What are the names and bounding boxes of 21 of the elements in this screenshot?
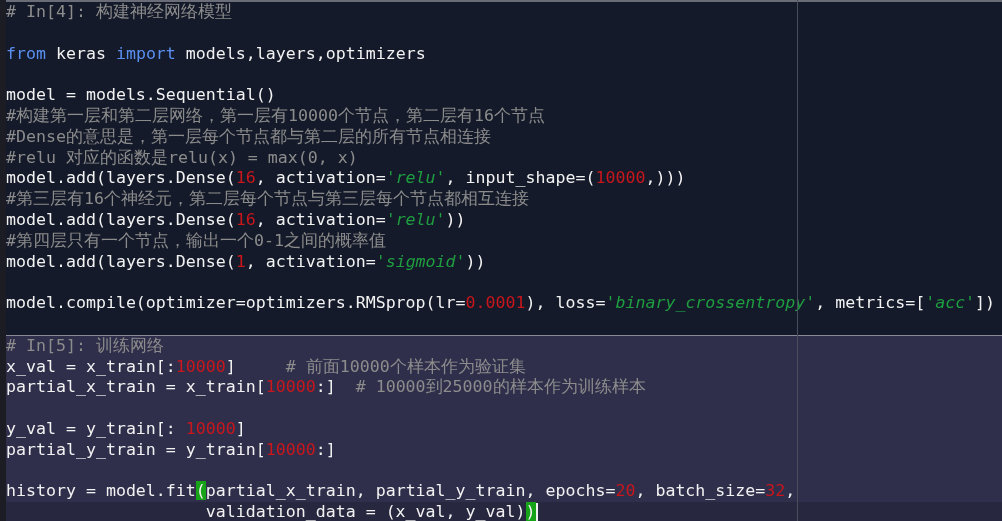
- code-comment: # In[4]: 构建神经网络模型: [6, 2, 232, 23]
- code-line: model.compile(optimizer=optimizers.RMSprop(lr=0.0001), loss='binary_crossentropy', metrics=['acc']): [6, 293, 996, 314]
- code-line: from keras import models,layers,optimizers: [6, 43, 426, 65]
- code-comment: #Dense的意思是，第一层每个节点都与第二层的所有节点相连接: [6, 126, 491, 148]
- code-line: model.add(layers.Dense(16, activation='relu', input_shape=(10000,))): [6, 168, 686, 190]
- code-line: x_val = x_train[:10000] # 前面10000个样本作为验证集: [6, 356, 526, 378]
- code-cell[interactable]: [6, 334, 1002, 521]
- code-line: partial_y_train = y_train[10000:]: [6, 439, 336, 461]
- text-cursor: [535, 503, 538, 521]
- code-comment: #构建第一层和第二层网络，第一层有10000个节点，第二层有16个节点: [6, 106, 545, 127]
- code-comment: #第四层只有一个节点，输出一个0-1之间的概率值: [6, 230, 386, 252]
- code-line: model = models.Sequential(): [6, 85, 276, 106]
- code-comment: #第三层有16个神经元，第二层每个节点与第三层每个节点都相互连接: [6, 189, 529, 210]
- code-line: history = model.fit(partial_x_train, partial_y_train, epochs=20, batch_size=32,: [6, 481, 796, 503]
- code-line: validation_data = (x_val, y_val)): [204, 502, 536, 521]
- code-line: model.add(layers.Dense(16, activation='relu')): [6, 209, 466, 231]
- code-line: model.add(layers.Dense(1, activation='sigmoid')): [6, 251, 486, 273]
- code-comment: #relu 对应的函数是relu(x) = max(0, x): [6, 147, 358, 169]
- code-line: y_val = y_train[: 10000]: [6, 418, 246, 440]
- code-line: partial_x_train = x_train[10000:] # 10000到25000的样本作为训练样本: [6, 377, 646, 399]
- code-comment: # In[5]: 训练网络: [6, 335, 164, 357]
